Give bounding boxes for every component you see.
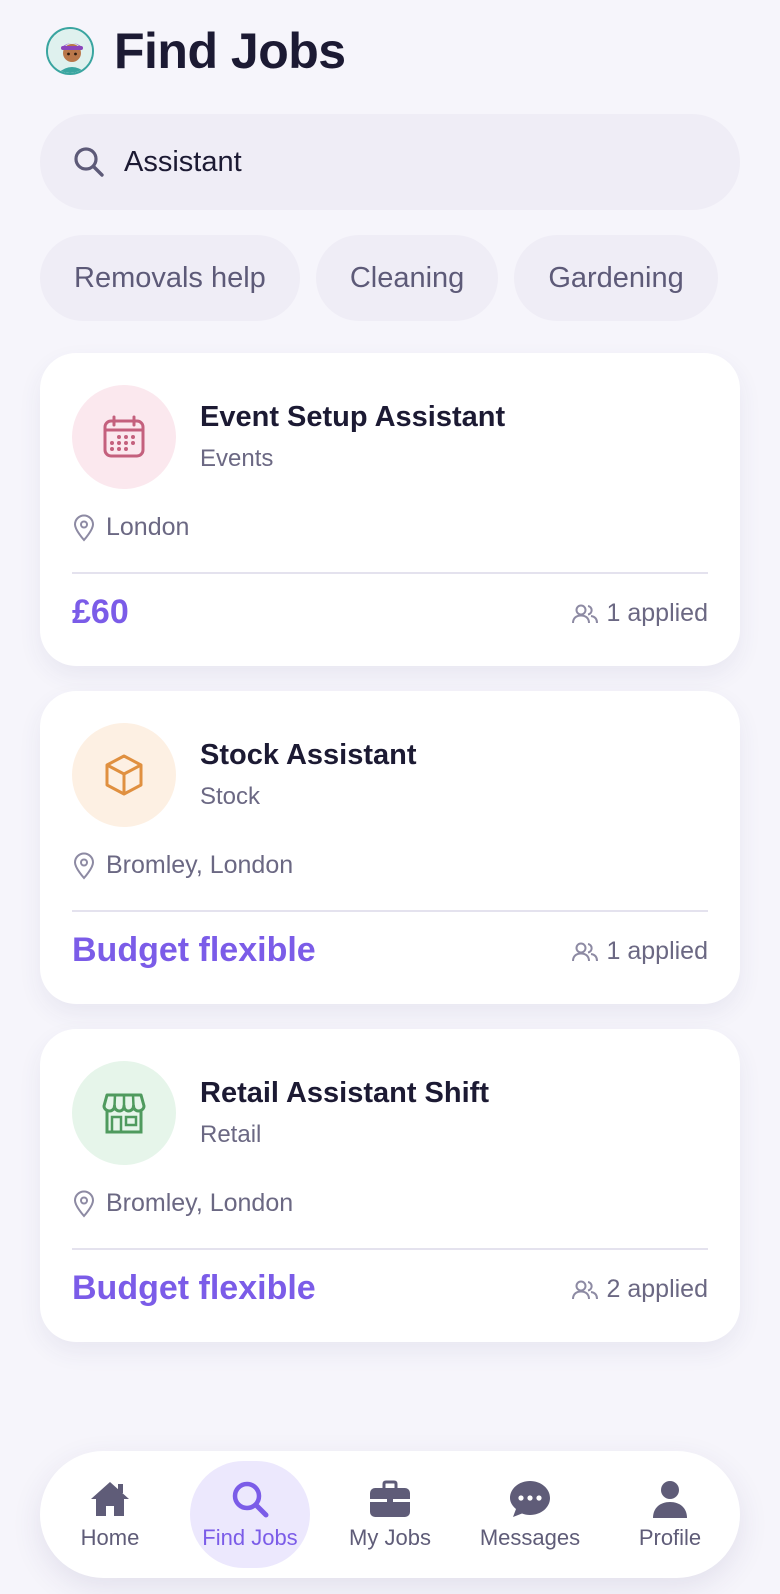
job-location: Bromley, London xyxy=(72,1189,293,1218)
bottom-nav: Home Find Jobs My Jobs Messages Profile xyxy=(40,1451,740,1578)
nav-label: Home xyxy=(80,1524,140,1550)
job-location: London xyxy=(72,513,189,542)
job-card[interactable]: Event Setup Assistant Events London £60 … xyxy=(40,353,740,666)
divider xyxy=(72,572,708,574)
nav-label: Messages xyxy=(479,1524,581,1550)
find-jobs-screen: Find Jobs Removals helpCleaningGardening xyxy=(0,0,780,1594)
job-budget: Budget flexible xyxy=(72,1269,316,1307)
chat-icon xyxy=(510,1480,550,1517)
applied-text: 2 applied xyxy=(606,1275,708,1303)
search-icon xyxy=(74,147,104,177)
job-category: Stock xyxy=(200,783,261,810)
applied-text: 1 applied xyxy=(606,937,708,965)
user-icon xyxy=(653,1480,687,1518)
job-title: Retail Assistant Shift xyxy=(200,1077,489,1109)
filter-chips: Removals help Cleaning Gardening xyxy=(40,235,740,321)
home-icon xyxy=(91,1481,129,1516)
nav-item-home[interactable]: Home xyxy=(50,1461,170,1568)
applied-count: 1 applied xyxy=(571,599,708,628)
chip-removals-help[interactable]: Removals help xyxy=(40,235,300,321)
people-icon xyxy=(571,1280,598,1299)
avatar-icon[interactable] xyxy=(46,27,94,75)
store-icon xyxy=(102,1093,146,1134)
calendar-icon xyxy=(103,415,145,458)
people-icon xyxy=(571,942,598,961)
divider xyxy=(72,1248,708,1250)
job-category: Retail xyxy=(200,1121,262,1148)
chip-gardening[interactable]: Gardening xyxy=(514,235,718,321)
nav-item-messages[interactable]: Messages xyxy=(470,1461,590,1568)
search-input[interactable] xyxy=(124,145,684,179)
applied-text: 1 applied xyxy=(606,599,708,627)
header: Find Jobs xyxy=(46,22,346,80)
job-category: Events xyxy=(200,445,274,472)
divider xyxy=(72,910,708,912)
chip-cleaning[interactable]: Cleaning xyxy=(315,235,499,321)
job-card[interactable]: Stock Assistant Stock Bromley, London Bu… xyxy=(40,691,740,1004)
job-icon-container xyxy=(72,385,176,489)
applied-count: 2 applied xyxy=(571,1275,708,1304)
job-location: Bromley, London xyxy=(72,851,293,880)
nav-item-find-jobs[interactable]: Find Jobs xyxy=(190,1461,310,1568)
nav-item-my-jobs[interactable]: My Jobs xyxy=(330,1461,450,1568)
job-budget: Budget flexible xyxy=(72,931,316,969)
job-icon-container xyxy=(72,723,176,827)
nav-label: Find Jobs xyxy=(202,1524,298,1550)
search-bar[interactable] xyxy=(40,114,740,210)
location-pin-icon xyxy=(73,1190,95,1217)
nav-item-profile[interactable]: Profile xyxy=(610,1461,730,1568)
location-pin-icon xyxy=(73,514,95,541)
nav-label: My Jobs xyxy=(349,1524,431,1550)
job-title: Stock Assistant xyxy=(200,739,417,771)
page-title: Find Jobs xyxy=(114,23,346,79)
applied-count: 1 applied xyxy=(571,937,708,966)
briefcase-icon xyxy=(370,1480,410,1517)
job-budget: £60 xyxy=(72,593,129,631)
location-pin-icon xyxy=(73,852,95,879)
job-icon-container xyxy=(72,1061,176,1165)
people-icon xyxy=(571,604,598,623)
location-text: Bromley, London xyxy=(106,851,294,879)
location-text: London xyxy=(106,513,190,541)
job-card[interactable]: Retail Assistant Shift Retail Bromley, L… xyxy=(40,1029,740,1342)
location-text: Bromley, London xyxy=(106,1189,294,1217)
nav-label: Profile xyxy=(638,1524,702,1550)
search-icon xyxy=(232,1481,269,1517)
job-title: Event Setup Assistant xyxy=(200,401,506,433)
box-icon xyxy=(105,754,143,796)
